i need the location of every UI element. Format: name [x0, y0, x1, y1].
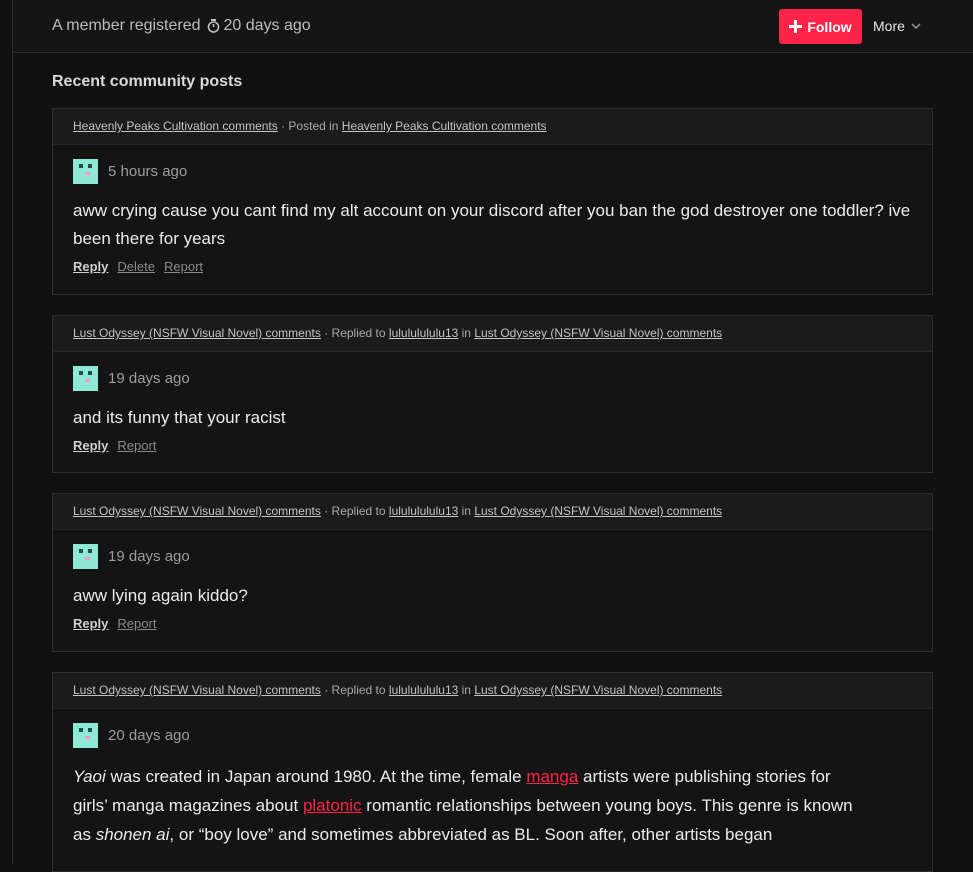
post-topic-link[interactable]: Heavenly Peaks Cultivation comments — [342, 119, 547, 133]
avatar-eye — [88, 164, 92, 168]
report-link[interactable]: Report — [164, 259, 203, 274]
avatar-eye — [79, 549, 83, 553]
post-header: Lust Odyssey (NSFW Visual Novel) comment… — [53, 673, 932, 709]
follow-label: Follow — [807, 18, 852, 35]
avatar-eye — [88, 371, 92, 375]
yaoi-term: Yaoi — [73, 767, 106, 786]
post-source-link[interactable]: Heavenly Peaks Cultivation comments — [73, 119, 278, 133]
avatar[interactable] — [73, 544, 98, 569]
community-post: Lust Odyssey (NSFW Visual Novel) comment… — [52, 493, 933, 652]
post-time[interactable]: 19 days ago — [108, 370, 190, 387]
reply-link[interactable]: Reply — [73, 259, 108, 274]
avatar-blush — [85, 736, 90, 739]
replied-user-link[interactable]: lulululululu13 — [389, 683, 458, 697]
post-header: Lust Odyssey (NSFW Visual Novel) comment… — [53, 494, 932, 530]
post-source-link[interactable]: Lust Odyssey (NSFW Visual Novel) comment… — [73, 683, 321, 697]
avatar[interactable] — [73, 366, 98, 391]
report-link[interactable]: Report — [117, 438, 156, 453]
post-actions: Reply Delete Report — [53, 253, 932, 274]
post-actions: Reply Report — [53, 432, 932, 453]
post-topic-link[interactable]: Lust Odyssey (NSFW Visual Novel) comment… — [474, 683, 722, 697]
post-time[interactable]: 19 days ago — [108, 548, 190, 565]
reply-link[interactable]: Reply — [73, 438, 108, 453]
post-header: Lust Odyssey (NSFW Visual Novel) comment… — [53, 316, 932, 352]
profile-header-bar: A member registered 20 days ago Follow M… — [13, 0, 973, 53]
post-meta: 5 hours ago — [53, 145, 932, 184]
post-topic-link[interactable]: Lust Odyssey (NSFW Visual Novel) comment… — [474, 326, 722, 340]
avatar-eye — [88, 728, 92, 732]
post-source-link[interactable]: Lust Odyssey (NSFW Visual Novel) comment… — [73, 504, 321, 518]
avatar-blush — [85, 379, 90, 382]
avatar-blush — [85, 172, 90, 175]
post-header-in: in — [458, 683, 475, 697]
post-body: aww lying again kiddo? — [73, 586, 248, 605]
post-header-sep: · Replied to — [320, 326, 389, 340]
post-topic-link[interactable]: Lust Odyssey (NSFW Visual Novel) comment… — [474, 504, 722, 518]
avatar-blush — [85, 557, 90, 560]
avatar-eye — [79, 164, 83, 168]
post-time[interactable]: 5 hours ago — [108, 163, 187, 180]
post-time[interactable]: 20 days ago — [108, 727, 190, 744]
post-header-sep: · Replied to — [320, 504, 389, 518]
follow-button[interactable]: Follow — [779, 9, 862, 44]
profile-page: A member registered 20 days ago Follow M… — [12, 0, 973, 872]
avatar[interactable] — [73, 723, 98, 748]
registered-time: 20 days ago — [223, 17, 311, 34]
post-meta: 20 days ago — [53, 709, 932, 748]
post-meta: 19 days ago — [53, 530, 932, 569]
replied-user-link[interactable]: lulululululu13 — [389, 326, 458, 340]
avatar-eye — [79, 371, 83, 375]
post-body: aww crying cause you cant find my alt ac… — [73, 201, 911, 248]
platonic-link[interactable]: platonic — [303, 796, 362, 815]
avatar-eye — [79, 728, 83, 732]
report-link[interactable]: Report — [117, 616, 156, 631]
more-label: More — [873, 18, 905, 34]
shonen-ai-term: shonen ai — [95, 825, 170, 844]
registration-info: A member registered 20 days ago — [52, 17, 311, 35]
more-button[interactable]: More — [873, 18, 921, 34]
replied-user-link[interactable]: lulululululu13 — [389, 504, 458, 518]
post-meta: 19 days ago — [53, 352, 932, 391]
post-text: , or “boy love” and sometimes abbreviate… — [169, 825, 773, 844]
post-header-sep: · Replied to — [320, 683, 389, 697]
post-header-in: in — [458, 504, 475, 518]
post-text: was created in Japan around 1980. At the… — [105, 767, 527, 786]
avatar[interactable] — [73, 159, 98, 184]
manga-link[interactable]: manga — [526, 767, 578, 786]
post-body: and its funny that your racist — [73, 408, 286, 427]
registered-label: A member registered — [52, 17, 201, 34]
avatar-eye — [88, 549, 92, 553]
chevron-down-icon — [911, 23, 921, 29]
plus-icon — [789, 20, 803, 33]
timer-icon — [207, 19, 219, 33]
post-header: Heavenly Peaks Cultivation comments · Po… — [53, 109, 932, 145]
post-actions: Reply Report — [53, 610, 932, 631]
post-header-sep: · Posted in — [277, 119, 342, 133]
post-source-link[interactable]: Lust Odyssey (NSFW Visual Novel) comment… — [73, 326, 321, 340]
post-header-in: in — [458, 326, 475, 340]
community-post: Lust Odyssey (NSFW Visual Novel) comment… — [52, 672, 933, 872]
community-post: Heavenly Peaks Cultivation comments · Po… — [52, 108, 933, 295]
delete-link[interactable]: Delete — [117, 259, 155, 274]
post-body: Yaoi was created in Japan around 1980. A… — [53, 748, 873, 849]
reply-link[interactable]: Reply — [73, 616, 108, 631]
community-post: Lust Odyssey (NSFW Visual Novel) comment… — [52, 315, 933, 473]
section-title: Recent community posts — [52, 73, 243, 90]
